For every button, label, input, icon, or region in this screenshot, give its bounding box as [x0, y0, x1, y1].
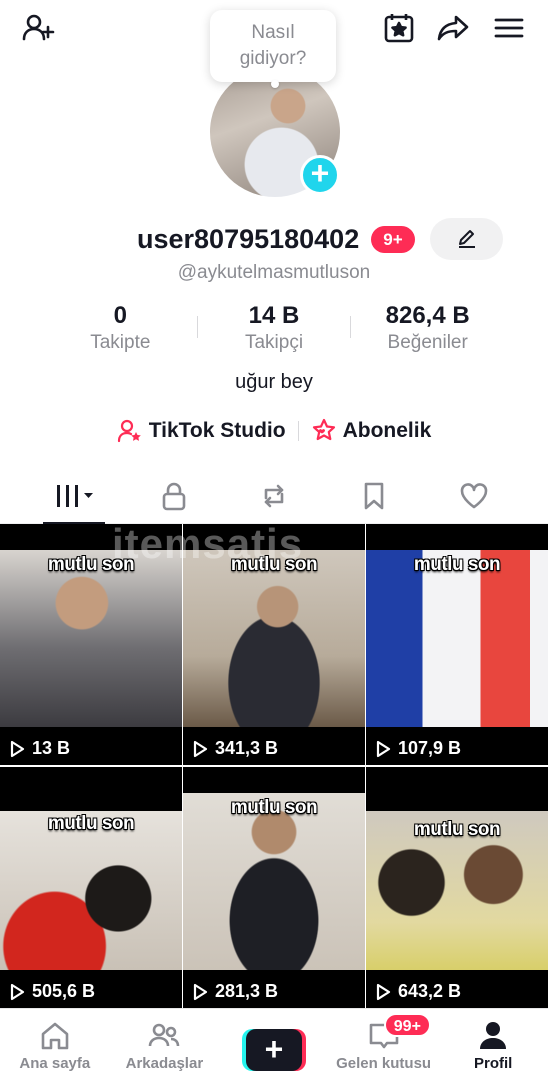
stat-label: Takipte — [90, 332, 151, 353]
watermark: itemsatis — [112, 520, 304, 567]
view-count: 107,9 B — [374, 738, 461, 759]
tab-favorites[interactable] — [324, 468, 424, 524]
video-caption: mutlu son — [413, 554, 501, 575]
view-count-value: 13 B — [32, 738, 71, 758]
thumbnail-image — [183, 793, 365, 970]
thumbnail-image — [183, 550, 365, 727]
create-button[interactable]: + — [241, 1029, 306, 1071]
videos-grid-icon — [57, 485, 93, 507]
stat-label: Beğeniler — [387, 332, 468, 353]
stat-value: 0 — [113, 302, 128, 329]
friends-icon — [149, 1023, 180, 1047]
play-icon — [10, 983, 25, 1000]
view-count-value: 505,6 B — [32, 981, 96, 1001]
subscription-link[interactable]: Abonelik — [311, 418, 432, 444]
username: user80795180402 — [137, 224, 360, 254]
bubble-line-1: Nasıl — [251, 22, 295, 43]
inbox-badge: 99+ — [383, 1013, 431, 1037]
video-grid: mutlu son 13 B mutlu son 341,3 B mutlu s… — [0, 524, 548, 1008]
stat-value: 826,4 B — [385, 302, 470, 329]
video-thumbnail[interactable]: mutlu son 505,6 B — [0, 767, 182, 1008]
play-icon — [376, 983, 391, 1000]
person-star-icon — [117, 419, 141, 443]
bookmark-icon — [364, 482, 384, 510]
video-thumbnail[interactable]: mutlu son 281,3 B — [183, 767, 365, 1008]
nav-friends[interactable]: Arkadaşlar — [110, 1009, 220, 1080]
video-caption: mutlu son — [47, 813, 135, 834]
stat-label: Takipçi — [244, 332, 304, 353]
notification-badge[interactable]: 9+ — [371, 226, 415, 253]
add-story-button[interactable]: + — [300, 155, 340, 195]
home-icon — [41, 1022, 69, 1050]
nav-home[interactable]: Ana sayfa — [0, 1009, 110, 1080]
stat-followers[interactable]: 14 B Takipçi — [198, 302, 351, 358]
profile-tabs — [0, 468, 548, 525]
view-count: 281,3 B — [191, 981, 278, 1002]
nav-profile-label: Profil — [474, 1055, 513, 1072]
lock-icon — [162, 482, 186, 511]
video-thumbnail[interactable]: mutlu son 107,9 B — [366, 524, 548, 765]
view-count-value: 643,2 B — [398, 981, 462, 1001]
tab-videos[interactable] — [24, 468, 124, 525]
edit-profile-button[interactable] — [430, 218, 503, 260]
status-bubble[interactable]: Nasıl gidiyor? — [210, 10, 336, 88]
bubble-dot — [271, 80, 279, 88]
share-arrow-icon[interactable] — [433, 8, 473, 48]
bubble-line-2: gidiyor? — [239, 48, 307, 69]
play-icon — [376, 740, 391, 757]
calendar-star-icon[interactable] — [379, 8, 419, 48]
nav-friends-label: Arkadaşlar — [125, 1055, 204, 1072]
thumbnail-image — [366, 550, 548, 727]
play-icon — [10, 740, 25, 757]
star-heart-icon — [312, 418, 335, 441]
view-count-value: 281,3 B — [215, 981, 279, 1001]
nav-create[interactable]: + — [219, 1009, 329, 1080]
nav-inbox[interactable]: Gelen kutusu 99+ — [329, 1009, 439, 1080]
subscription-label: Abonelik — [342, 419, 432, 442]
profile-icon — [480, 1022, 507, 1049]
stat-likes[interactable]: 826,4 B Beğeniler — [351, 302, 504, 358]
pencil-icon — [458, 230, 475, 248]
tab-reposts[interactable] — [224, 468, 324, 524]
bio: uğur bey — [235, 371, 313, 393]
nav-home-label: Ana sayfa — [19, 1055, 91, 1072]
nav-inbox-label: Gelen kutusu — [336, 1055, 432, 1072]
video-thumbnail[interactable]: mutlu son 643,2 B — [366, 767, 548, 1008]
user-handle: @aykutelmasmutluson — [177, 262, 371, 283]
play-icon — [193, 740, 208, 757]
tab-private[interactable] — [124, 468, 224, 524]
view-count: 505,6 B — [8, 981, 95, 1002]
stat-following[interactable]: 0 Takipte — [44, 302, 197, 358]
links-divider — [297, 421, 299, 441]
create-plus: + — [245, 1029, 302, 1071]
repost-icon — [264, 484, 284, 508]
view-count-value: 341,3 B — [215, 738, 279, 758]
tiktok-studio-link[interactable]: TikTok Studio — [117, 418, 286, 444]
video-caption: mutlu son — [413, 819, 501, 840]
hamburger-icon[interactable] — [489, 8, 529, 48]
add-user-icon[interactable] — [18, 8, 58, 48]
stat-value: 14 B — [248, 302, 300, 329]
heart-icon — [460, 483, 488, 509]
view-count-value: 107,9 B — [398, 738, 462, 758]
view-count: 341,3 B — [191, 738, 278, 759]
view-count: 643,2 B — [374, 981, 461, 1002]
tiktok-studio-label: TikTok Studio — [148, 419, 286, 442]
profile-stats: 0 Takipte 14 B Takipçi 826,4 B Beğeniler — [44, 302, 504, 358]
bottom-nav: Ana sayfa Arkadaşlar + Gelen kutusu 99+ … — [0, 1008, 548, 1080]
view-count: 13 B — [8, 738, 70, 759]
tab-liked[interactable] — [424, 468, 524, 524]
thumbnail-image — [0, 550, 182, 727]
video-caption: mutlu son — [230, 797, 318, 818]
profile-links: TikTok Studio Abonelik — [0, 414, 548, 448]
play-icon — [193, 983, 208, 1000]
nav-profile[interactable]: Profil — [438, 1009, 548, 1080]
